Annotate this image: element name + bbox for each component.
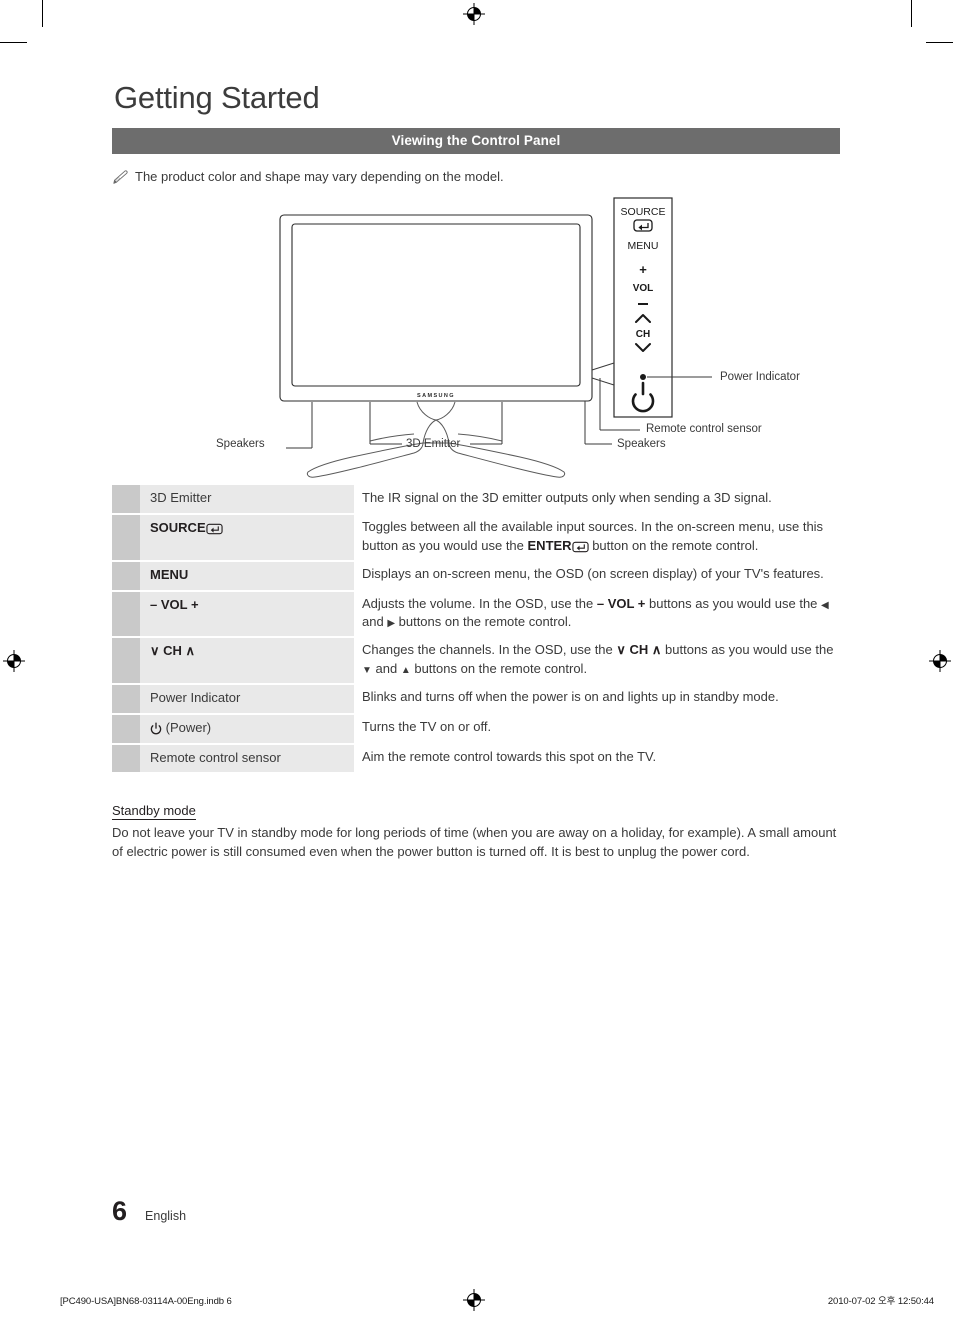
registration-mark-right-middle xyxy=(929,650,951,672)
registration-mark-left-middle xyxy=(3,650,25,672)
row-term: MENU xyxy=(140,560,354,592)
note-text: The product color and shape may vary dep… xyxy=(135,168,504,184)
section-header-bar: Viewing the Control Panel xyxy=(112,127,840,154)
page-footer: 6 English xyxy=(112,1198,186,1225)
row-swatch xyxy=(112,683,140,715)
page-content: Getting Started Viewing the Control Pane… xyxy=(112,80,840,862)
row-swatch xyxy=(112,485,140,516)
crop-mark-top-right-vertical xyxy=(911,0,912,27)
row-term: ∨ CH ∧ xyxy=(140,637,354,685)
panel-menu-label: MENU xyxy=(628,240,659,252)
control-panel-figure: SAMSUNG SOURCE MENU + VOL CH Power Indic… xyxy=(112,191,840,481)
row-description: Changes the channels. In the OSD, use th… xyxy=(354,637,840,684)
row-term: Power Indicator xyxy=(140,683,354,715)
registration-mark-bottom-center xyxy=(463,1289,485,1311)
right-arrow-icon xyxy=(387,615,395,629)
row-description: Displays an on-screen menu, the OSD (on … xyxy=(362,565,824,581)
panel-source-label: SOURCE xyxy=(621,206,666,218)
panel-ch-up-icon xyxy=(635,314,651,324)
table-row: Power Indicator Blinks and turns off whe… xyxy=(112,683,840,715)
page-number: 6 xyxy=(112,1196,128,1226)
row-swatch xyxy=(112,514,140,562)
standby-mode-section: Standby mode Do not leave your TV in sta… xyxy=(112,802,840,862)
row-swatch xyxy=(112,637,140,685)
panel-vol-minus xyxy=(638,303,648,306)
row-term-label: SOURCE xyxy=(150,520,206,536)
left-arrow-icon xyxy=(821,597,829,611)
panel-vol-label: VOL xyxy=(633,283,654,294)
panel-vol-plus: + xyxy=(639,262,647,277)
row-term: – VOL + xyxy=(140,590,354,639)
row-term-label: (Power) xyxy=(165,719,212,735)
panel-ch-label: CH xyxy=(636,329,650,340)
crop-mark-top-left-horizontal xyxy=(0,42,27,43)
row-swatch xyxy=(112,590,140,639)
panel-power-indicator-dot xyxy=(640,374,646,381)
table-row: SOURCE Toggles between all the available… xyxy=(112,514,840,562)
row-swatch xyxy=(112,560,140,592)
up-arrow-icon xyxy=(401,662,411,676)
row-description: Blinks and turns off when the power is o… xyxy=(362,688,779,704)
slug-filename: [PC490-USA]BN68-03114A-00Eng.indb 6 xyxy=(60,1296,232,1307)
enter-icon xyxy=(571,541,589,553)
table-row: Remote control sensor Aim the remote con… xyxy=(112,743,840,775)
callout-3d-emitter: 3D Emitter xyxy=(406,438,461,451)
row-term: 3D Emitter xyxy=(140,485,354,516)
slug-timestamp: 2010-07-02 오후 12:50:44 xyxy=(827,1296,934,1307)
callout-speakers-left: Speakers xyxy=(216,438,265,451)
callout-power-indicator: Power Indicator xyxy=(720,371,800,384)
callout-remote-control-sensor: Remote control sensor xyxy=(646,423,762,436)
row-description: Aim the remote control towards this spot… xyxy=(362,748,657,764)
row-term: (Power) xyxy=(140,713,354,745)
row-term: SOURCE xyxy=(140,514,354,562)
callout-speakers-right: Speakers xyxy=(617,438,666,451)
pencil-note-icon xyxy=(113,170,128,184)
down-arrow-icon xyxy=(362,662,372,676)
table-row: – VOL + Adjusts the volume. In the OSD, … xyxy=(112,590,840,639)
crop-mark-top-right-horizontal xyxy=(926,42,953,43)
brand-wordmark: SAMSUNG xyxy=(417,393,455,399)
row-description: Turns the TV on or off. xyxy=(362,718,492,734)
row-term: Remote control sensor xyxy=(140,743,354,775)
crop-mark-top-left-vertical xyxy=(42,0,43,27)
panel-enter-icon xyxy=(633,219,653,232)
standby-mode-heading: Standby mode xyxy=(112,803,196,821)
table-row: ∨ CH ∧ Changes the channels. In the OSD,… xyxy=(112,637,840,685)
panel-ch-down-icon xyxy=(635,343,651,353)
row-swatch xyxy=(112,713,140,745)
row-swatch xyxy=(112,743,140,775)
row-description: Toggles between all the available input … xyxy=(362,519,824,553)
page-title: Getting Started xyxy=(114,80,320,115)
note-row: The product color and shape may vary dep… xyxy=(112,168,840,186)
registration-mark-top-center xyxy=(463,3,485,25)
table-row: 3D Emitter The IR signal on the 3D emitt… xyxy=(112,485,840,516)
ch-key-label: ∨ CH ∧ xyxy=(616,642,662,658)
enter-icon xyxy=(206,523,223,535)
row-description: Adjusts the volume. In the OSD, use the … xyxy=(354,591,840,638)
row-description: The IR signal on the 3D emitter outputs … xyxy=(362,490,772,506)
panel-power-icon xyxy=(631,381,655,413)
standby-mode-body: Do not leave your TV in standby mode for… xyxy=(112,825,837,860)
control-panel-spec-table: 3D Emitter The IR signal on the 3D emitt… xyxy=(112,485,840,775)
page-language: English xyxy=(145,1209,187,1223)
power-icon xyxy=(150,722,162,735)
table-row: MENU Displays an on-screen menu, the OSD… xyxy=(112,560,840,592)
table-row: (Power) Turns the TV on or off. xyxy=(112,713,840,745)
vol-key-label: – VOL + xyxy=(596,595,646,611)
